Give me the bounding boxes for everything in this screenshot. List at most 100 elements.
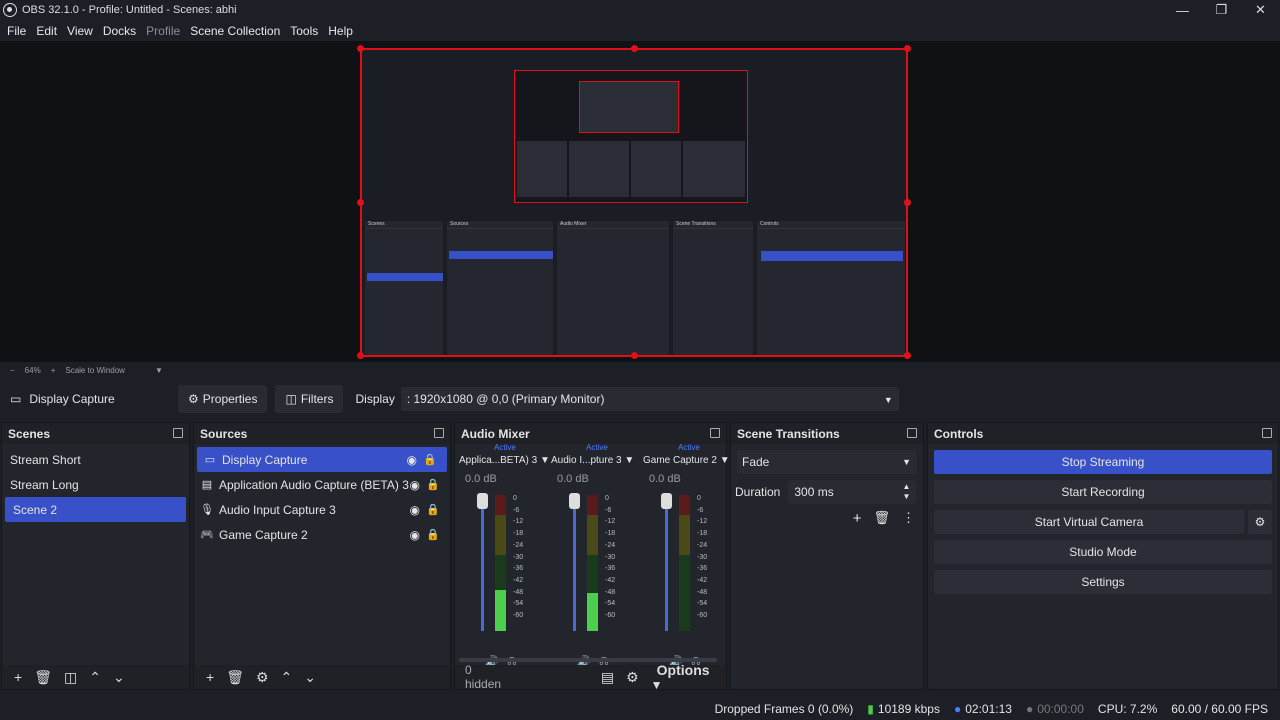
menu-tools[interactable]: Tools	[285, 24, 323, 38]
undock-icon[interactable]	[1262, 428, 1272, 438]
meter-tick: -48	[513, 588, 524, 596]
move-down-icon[interactable]: ⌄	[304, 669, 316, 686]
menu-profile[interactable]: Profile	[141, 24, 185, 38]
resize-handle[interactable]	[357, 45, 364, 52]
volume-fader-track[interactable]	[481, 495, 484, 631]
trash-icon[interactable]: 🗑	[34, 669, 52, 686]
filter-icon[interactable]: ◫	[64, 669, 77, 686]
advanced-audio-icon[interactable]: ⚙	[626, 669, 639, 686]
filters-button[interactable]: ◫ Filters	[275, 385, 344, 413]
menu-scene-collection[interactable]: Scene Collection	[185, 24, 285, 38]
resize-handle[interactable]	[631, 45, 638, 52]
channel-status: Active	[586, 443, 608, 452]
selected-source-name: Display Capture	[29, 392, 115, 406]
resize-handle[interactable]	[904, 199, 911, 206]
channel-name[interactable]: Audio I...pture 3 ▼	[551, 455, 643, 469]
source-item-selected[interactable]: ▭ Display Capture ◉ 🔒	[197, 447, 447, 472]
menu-view[interactable]: View	[62, 24, 98, 38]
resize-handle[interactable]	[357, 199, 364, 206]
undock-icon[interactable]	[907, 428, 917, 438]
source-item[interactable]: 🎙 Audio Input Capture 3 ◉ 🔒	[194, 497, 450, 522]
move-up-icon[interactable]: ⌃	[89, 669, 101, 686]
options-button[interactable]: Options ▼	[651, 662, 720, 692]
volume-fader-knob[interactable]	[569, 493, 580, 509]
transition-select[interactable]: Fade ▼	[737, 450, 917, 474]
volume-fader-knob[interactable]	[661, 493, 672, 509]
source-item[interactable]: 🎮 Game Capture 2 ◉ 🔒	[194, 522, 450, 547]
source-item[interactable]: ▤ Application Audio Capture (BETA) 3 ◉ 🔒	[194, 472, 450, 497]
stop-streaming-button[interactable]: Stop Streaming	[934, 450, 1272, 474]
channel-name[interactable]: Applica...BETA) 3 ▼	[459, 455, 551, 469]
gear-icon[interactable]: ⚙	[256, 669, 269, 686]
lock-icon[interactable]: 🔒	[426, 478, 440, 491]
eye-icon[interactable]: ◉	[410, 478, 420, 492]
add-icon[interactable]: +	[14, 669, 22, 685]
virtual-camera-settings-button[interactable]: ⚙	[1248, 510, 1272, 534]
channel-volume: 0.0 dB	[649, 473, 681, 485]
filter-icon: ◫	[285, 392, 297, 406]
eye-icon[interactable]: ◉	[410, 503, 420, 517]
trash-icon[interactable]: 🗑	[226, 669, 244, 686]
lock-icon[interactable]: 🔒	[423, 453, 437, 466]
maximize-button[interactable]: ❐	[1202, 0, 1241, 20]
undock-icon[interactable]	[710, 428, 720, 438]
volume-fader-track[interactable]	[573, 495, 576, 631]
studio-mode-button[interactable]: Studio Mode	[934, 540, 1272, 564]
resize-handle[interactable]	[904, 352, 911, 359]
meter-tick: -54	[513, 600, 524, 608]
menu-file[interactable]: File	[2, 24, 31, 38]
properties-button[interactable]: ⚙ Properties	[178, 385, 268, 413]
zoom-in-icon[interactable]: +	[51, 366, 56, 375]
close-button[interactable]: ✕	[1241, 0, 1280, 20]
status-bar: Dropped Frames 0 (0.0%) ▮ 10189 kbps ● 0…	[0, 698, 1280, 720]
lock-icon[interactable]: 🔒	[426, 528, 440, 541]
mixer-channel: Active Audio I...pture 3 ▼ 0.0 dB 0 -6 -12 -18…	[551, 443, 643, 668]
nested-sources-dock: Sources	[446, 220, 554, 355]
resize-handle[interactable]	[357, 352, 364, 359]
chevron-down-icon[interactable]: ▼	[155, 366, 163, 375]
scene-item[interactable]: Stream Long	[2, 472, 189, 497]
meter-red-zone	[495, 495, 506, 515]
stepper-icon[interactable]: ▲ ▼	[902, 482, 910, 502]
meter-tick: -54	[605, 600, 616, 608]
eye-icon[interactable]: ◉	[410, 528, 420, 542]
add-icon[interactable]: +	[853, 510, 862, 527]
channel-name[interactable]: Game Capture 2 ▼	[643, 455, 735, 469]
menu-bar: File Edit View Docks Profile Scene Colle…	[0, 20, 1280, 41]
scene-item-selected[interactable]: Scene 2	[5, 497, 186, 522]
trash-icon[interactable]: 🗑	[873, 510, 890, 527]
start-virtual-camera-button[interactable]: Start Virtual Camera	[934, 510, 1244, 534]
preview-canvas[interactable]: Scenes Sources Audio Mixer Scene Transit…	[0, 41, 1280, 362]
undock-icon[interactable]	[173, 428, 183, 438]
add-icon[interactable]: +	[206, 669, 214, 685]
meter-tick: -18	[697, 530, 708, 538]
resize-handle[interactable]	[631, 352, 638, 359]
display-select[interactable]: : 1920x1080 @ 0,0 (Primary Monitor) ▼	[400, 387, 899, 411]
lock-icon[interactable]: 🔒	[426, 503, 440, 516]
settings-button[interactable]: Settings	[934, 570, 1272, 594]
layout-icon[interactable]: ▤	[601, 669, 614, 686]
menu-edit[interactable]: Edit	[31, 24, 62, 38]
resize-handle[interactable]	[904, 45, 911, 52]
dock-title: Sources	[200, 426, 248, 441]
more-options-icon[interactable]: ⋮	[902, 510, 915, 527]
minimize-button[interactable]: —	[1163, 0, 1202, 20]
zoom-out-icon[interactable]: −	[10, 366, 15, 375]
scene-item[interactable]: Stream Short	[2, 447, 189, 472]
obs-window: OBS 32.1.0 - Profile: Untitled - Scenes:…	[0, 0, 1280, 720]
meter-tick: -24	[605, 541, 616, 549]
display-capture-preview[interactable]: Scenes Sources Audio Mixer Scene Transit…	[360, 48, 908, 357]
move-up-icon[interactable]: ⌃	[281, 669, 293, 686]
mixer-channel: Active Game Capture 2 ▼ 0.0 dB 0 -6 -12 -18 -24…	[643, 443, 735, 668]
volume-fader-track[interactable]	[665, 495, 668, 631]
scale-mode[interactable]: Scale to Window	[65, 366, 125, 375]
start-recording-button[interactable]: Start Recording	[934, 480, 1272, 504]
meter-red-zone	[679, 495, 690, 515]
eye-icon[interactable]: ◉	[407, 453, 417, 467]
menu-docks[interactable]: Docks	[98, 24, 141, 38]
volume-fader-knob[interactable]	[477, 493, 488, 509]
menu-help[interactable]: Help	[323, 24, 358, 38]
undock-icon[interactable]	[434, 428, 444, 438]
move-down-icon[interactable]: ⌄	[113, 669, 125, 686]
duration-stepper[interactable]: 300 ms ▲ ▼	[788, 480, 917, 504]
